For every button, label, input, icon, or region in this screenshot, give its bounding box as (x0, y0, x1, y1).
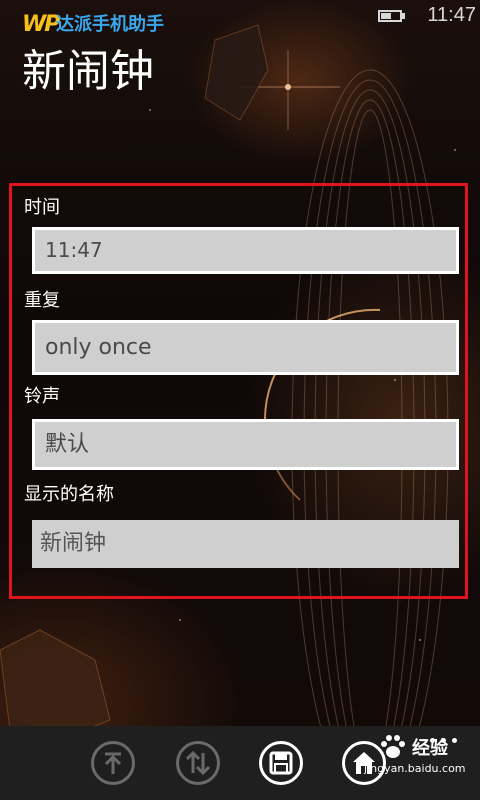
scroll-to-top-icon (104, 752, 122, 774)
display-name-label: 显示的名称 (24, 484, 114, 505)
time-picker[interactable]: 11:47 (32, 227, 459, 274)
save-icon (269, 751, 293, 775)
scroll-to-top-button[interactable] (91, 741, 135, 785)
site-watermark: 经验 jingyan.baidu.com (352, 730, 476, 796)
repeat-value: only once (45, 335, 152, 360)
ringtone-picker[interactable]: 默认 (32, 419, 459, 470)
time-label: 时间 (24, 197, 60, 218)
sort-button[interactable] (176, 741, 220, 785)
time-value: 11:47 (45, 238, 103, 262)
paw-icon (381, 735, 405, 758)
repeat-picker[interactable]: only once (32, 320, 459, 375)
ringtone-value: 默认 (45, 432, 90, 457)
save-button[interactable] (259, 741, 303, 785)
battery-icon (378, 10, 406, 22)
sort-icon (185, 750, 211, 776)
brand-name: 达派手机助手 (56, 14, 164, 35)
repeat-label: 重复 (24, 290, 60, 311)
display-name-placeholder: 新闹钟 (40, 531, 107, 556)
page-title: 新闹钟 (22, 46, 154, 97)
ringtone-label: 铃声 (24, 386, 60, 407)
site-url: jingyan.baidu.com (364, 762, 466, 775)
status-clock: 11:47 (427, 4, 476, 26)
brand-logo: WP (22, 12, 60, 37)
display-name-input[interactable]: 新闹钟 (32, 520, 459, 568)
site-name: 经验 (412, 738, 448, 759)
